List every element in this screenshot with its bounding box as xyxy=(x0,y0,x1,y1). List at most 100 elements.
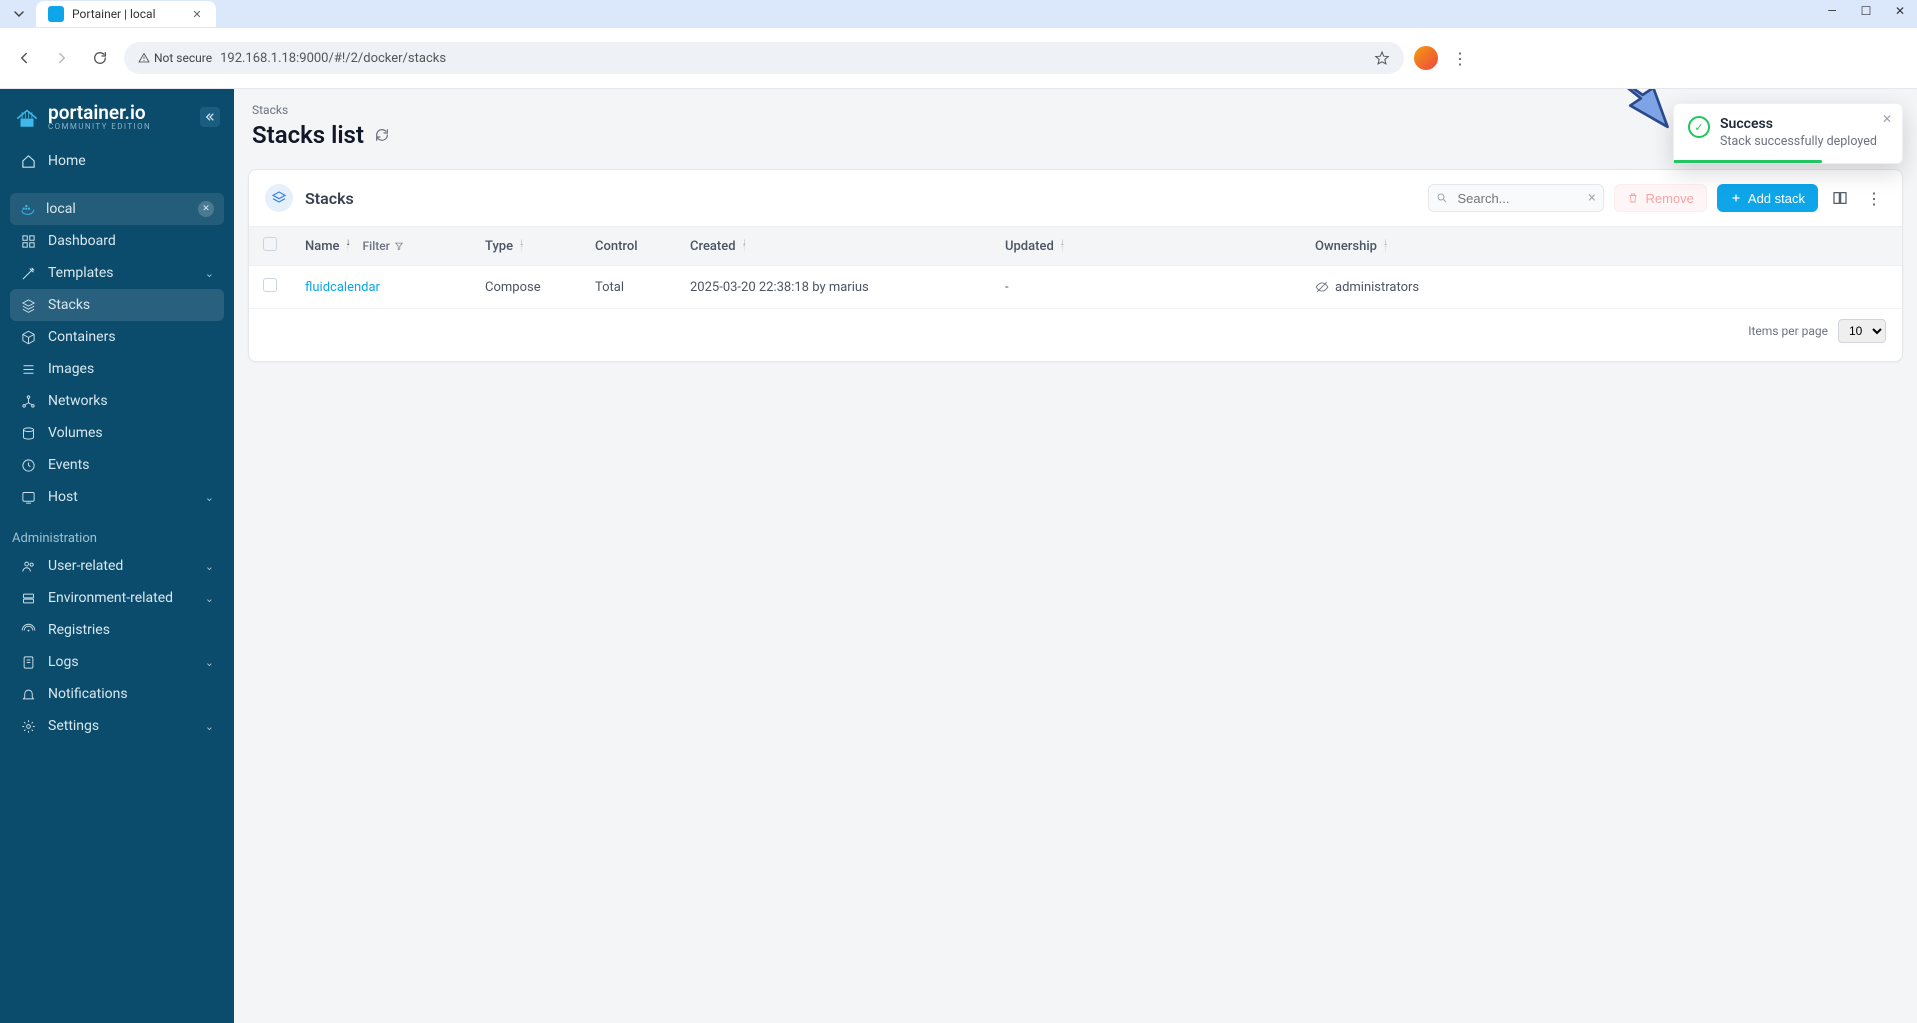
breadcrumb[interactable]: Stacks xyxy=(234,89,1917,121)
chevron-double-left-icon xyxy=(205,112,215,122)
warning-triangle-icon xyxy=(138,52,150,64)
sidebar-item-containers[interactable]: Containers xyxy=(10,321,224,353)
pager: Items per page 10 xyxy=(249,309,1902,353)
environment-close-icon[interactable]: ✕ xyxy=(198,201,214,217)
col-updated[interactable]: Updated xyxy=(1005,239,1054,254)
filter-chip[interactable]: Filter xyxy=(363,239,404,253)
browser-back-icon[interactable] xyxy=(10,44,38,72)
toast-message: Stack successfully deployed xyxy=(1720,134,1877,149)
col-type[interactable]: Type xyxy=(485,239,513,254)
sort-icon[interactable]: ↓↑ xyxy=(346,240,351,252)
col-control[interactable]: Control xyxy=(595,239,638,254)
sidebar-item-user-related[interactable]: User-related ⌄ xyxy=(10,550,224,582)
sidebar-item-templates[interactable]: Templates ⌄ xyxy=(10,257,224,289)
cell-control: Total xyxy=(581,266,676,309)
chevron-down-icon: ⌄ xyxy=(205,720,214,733)
sidebar-item-events[interactable]: Events xyxy=(10,449,224,481)
stack-name-link[interactable]: fluidcalendar xyxy=(305,280,380,295)
sidebar-environment[interactable]: local ✕ xyxy=(10,193,224,225)
panel-menu-icon[interactable]: ⋮ xyxy=(1862,186,1886,210)
sort-icon[interactable]: ↓↑ xyxy=(1060,240,1065,252)
containers-icon xyxy=(20,329,36,345)
stacks-panel-icon xyxy=(265,184,293,212)
row-checkbox[interactable] xyxy=(263,278,277,292)
remove-button[interactable]: Remove xyxy=(1614,184,1706,212)
main-content: Stacks Stacks list Stacks xyxy=(234,89,1917,1023)
sidebar-item-label: Logs xyxy=(48,654,79,670)
columns-toggle-icon[interactable] xyxy=(1828,186,1852,210)
logo-name: portainer.io xyxy=(48,103,151,122)
sidebar-item-home[interactable]: Home xyxy=(10,145,224,177)
address-row: Not secure 192.168.1.18:9000/#!/2/docker… xyxy=(0,28,1917,89)
stacks-table: Name ↓↑ Filter Type ↓↑ Control xyxy=(249,226,1902,309)
sidebar-item-host[interactable]: Host ⌄ xyxy=(10,481,224,513)
cell-updated: - xyxy=(991,266,1301,309)
sidebar-header: portainer.io COMMUNITY EDITION xyxy=(0,89,234,137)
portainer-logo-icon xyxy=(14,104,40,130)
pager-label: Items per page xyxy=(1748,324,1828,338)
chevron-down-icon: ⌄ xyxy=(205,592,214,605)
events-icon xyxy=(20,457,36,473)
add-stack-label: Add stack xyxy=(1748,191,1805,206)
sidebar-item-label: Templates xyxy=(48,265,114,281)
sidebar-item-settings[interactable]: Settings ⌄ xyxy=(10,710,224,742)
stacks-icon xyxy=(20,297,36,313)
bookmark-star-icon[interactable] xyxy=(1374,50,1390,66)
browser-menu-icon[interactable]: ⋮ xyxy=(1448,49,1472,68)
sort-icon[interactable]: ↓↑ xyxy=(1383,240,1388,252)
browser-reload-icon[interactable] xyxy=(86,44,114,72)
url-text: 192.168.1.18:9000/#!/2/docker/stacks xyxy=(220,51,446,66)
sort-icon[interactable]: ↓↑ xyxy=(519,240,524,252)
browser-forward-icon[interactable] xyxy=(48,44,76,72)
sidebar-item-label: Host xyxy=(48,489,78,505)
sidebar-item-dashboard[interactable]: Dashboard xyxy=(10,225,224,257)
sidebar-item-logs[interactable]: Logs ⌄ xyxy=(10,646,224,678)
window-minimize-icon[interactable]: — xyxy=(1823,4,1841,18)
security-chip[interactable]: Not secure xyxy=(138,51,212,65)
sidebar-item-notifications[interactable]: Notifications xyxy=(10,678,224,710)
sort-icon[interactable]: ↓↑ xyxy=(742,240,747,252)
toast-close-icon[interactable]: ✕ xyxy=(1882,112,1892,126)
sidebar-item-volumes[interactable]: Volumes xyxy=(10,417,224,449)
logo-edition: COMMUNITY EDITION xyxy=(48,122,151,131)
sidebar-item-images[interactable]: Images xyxy=(10,353,224,385)
sidebar-item-label: Settings xyxy=(48,718,99,734)
address-bar[interactable]: Not secure 192.168.1.18:9000/#!/2/docker… xyxy=(124,42,1404,74)
host-icon xyxy=(20,489,36,505)
chevron-down-icon: ⌄ xyxy=(205,656,214,669)
browser-tab[interactable]: Portainer | local ✕ xyxy=(36,1,216,27)
col-ownership[interactable]: Ownership xyxy=(1315,239,1377,254)
sidebar-collapse-button[interactable] xyxy=(200,107,220,127)
images-icon xyxy=(20,361,36,377)
close-tab-icon[interactable]: ✕ xyxy=(190,7,204,21)
add-stack-button[interactable]: Add stack xyxy=(1717,184,1818,212)
users-icon xyxy=(20,558,36,574)
window-maximize-icon[interactable]: ☐ xyxy=(1857,4,1875,18)
items-per-page-select[interactable]: 10 xyxy=(1838,319,1886,343)
sidebar-item-environment-related[interactable]: Environment-related ⌄ xyxy=(10,582,224,614)
clear-search-icon[interactable]: ✕ xyxy=(1587,192,1596,205)
page-title: Stacks list xyxy=(252,121,364,149)
cell-created: 2025-03-20 22:38:18 by marius xyxy=(676,266,991,309)
profile-avatar[interactable] xyxy=(1414,46,1438,70)
sidebar-item-registries[interactable]: Registries xyxy=(10,614,224,646)
sidebar-item-label: Networks xyxy=(48,393,108,409)
browser-chrome: Portainer | local ✕ — ☐ ✕ Not secure 192… xyxy=(0,0,1917,89)
col-name[interactable]: Name xyxy=(305,239,340,254)
search-icon xyxy=(1436,192,1448,204)
success-check-icon: ✓ xyxy=(1688,116,1710,138)
sidebar-item-networks[interactable]: Networks xyxy=(10,385,224,417)
panel-header: Stacks ✕ Remove Add xyxy=(249,170,1902,226)
window-close-icon[interactable]: ✕ xyxy=(1891,4,1909,18)
search-input[interactable] xyxy=(1428,184,1604,212)
refresh-icon[interactable] xyxy=(374,127,390,143)
logo[interactable]: portainer.io COMMUNITY EDITION xyxy=(14,103,151,131)
sidebar-item-stacks[interactable]: Stacks xyxy=(10,289,224,321)
tab-list-dropdown-icon[interactable] xyxy=(12,7,26,21)
chevron-down-icon: ⌄ xyxy=(205,267,214,280)
col-created[interactable]: Created xyxy=(690,239,736,254)
window-controls: — ☐ ✕ xyxy=(1823,4,1909,18)
select-all-checkbox[interactable] xyxy=(263,237,277,251)
sidebar-item-label: Containers xyxy=(48,329,116,345)
cell-ownership: administrators xyxy=(1335,280,1419,295)
